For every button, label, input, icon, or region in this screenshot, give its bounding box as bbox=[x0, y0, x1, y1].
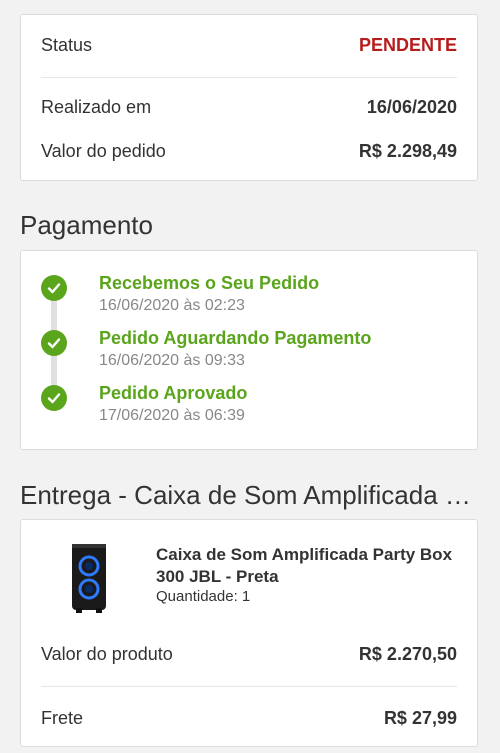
placed-date-row: Realizado em 16/06/2020 bbox=[41, 97, 457, 118]
shipping-value: R$ 27,99 bbox=[383, 708, 457, 728]
product-image[interactable] bbox=[69, 542, 109, 614]
order-total-value: R$ 2.298,49 bbox=[358, 141, 457, 161]
step-date: 17/06/2020 às 06:39 bbox=[99, 407, 245, 424]
order-total-label: Valor do pedido bbox=[41, 141, 166, 161]
shipping-label: Frete bbox=[41, 708, 84, 728]
status-label: Status bbox=[41, 35, 93, 55]
check-circle-icon bbox=[41, 330, 67, 356]
step-title: Pedido Aguardando Pagamento bbox=[99, 328, 372, 348]
delivery-card: Caixa de Som Amplificada Party Box 300 J… bbox=[20, 519, 478, 747]
placed-date: 16/06/2020 bbox=[366, 97, 457, 117]
shipping-row: Frete R$ 27,99 bbox=[41, 708, 457, 729]
status-row: Status PENDENTE bbox=[41, 35, 457, 56]
step-title: Recebemos o Seu Pedido bbox=[99, 273, 320, 293]
delivery-section-title: Entrega - Caixa de Som Amplificada P... bbox=[20, 480, 480, 510]
divider bbox=[41, 686, 457, 687]
product-quantity: Quantidade: 1 bbox=[156, 588, 251, 605]
timeline-step: Recebemos o Seu Pedido 16/06/2020 às 02:… bbox=[41, 273, 457, 323]
timeline-step: Pedido Aprovado 17/06/2020 às 06:39 bbox=[41, 383, 457, 433]
order-summary-card: Status PENDENTE Realizado em 16/06/2020 … bbox=[20, 14, 478, 181]
placed-label: Realizado em bbox=[41, 97, 152, 117]
payment-timeline-card: Recebemos o Seu Pedido 16/06/2020 às 02:… bbox=[20, 250, 478, 450]
divider bbox=[41, 77, 457, 78]
check-circle-icon bbox=[41, 275, 67, 301]
step-date: 16/06/2020 às 02:23 bbox=[99, 297, 245, 314]
timeline-step: Pedido Aguardando Pagamento 16/06/2020 à… bbox=[41, 328, 457, 378]
product-value: R$ 2.270,50 bbox=[358, 644, 457, 664]
product-value-label: Valor do produto bbox=[41, 644, 173, 664]
status-badge: PENDENTE bbox=[358, 35, 457, 55]
step-date: 16/06/2020 às 09:33 bbox=[99, 352, 245, 369]
order-total-row: Valor do pedido R$ 2.298,49 bbox=[41, 141, 457, 162]
check-circle-icon bbox=[41, 385, 67, 411]
payment-section-title: Pagamento bbox=[20, 210, 153, 240]
product-value-row: Valor do produto R$ 2.270,50 bbox=[41, 644, 457, 665]
product-name[interactable]: Caixa de Som Amplificada Party Box 300 J… bbox=[156, 544, 456, 588]
step-title: Pedido Aprovado bbox=[99, 383, 248, 403]
